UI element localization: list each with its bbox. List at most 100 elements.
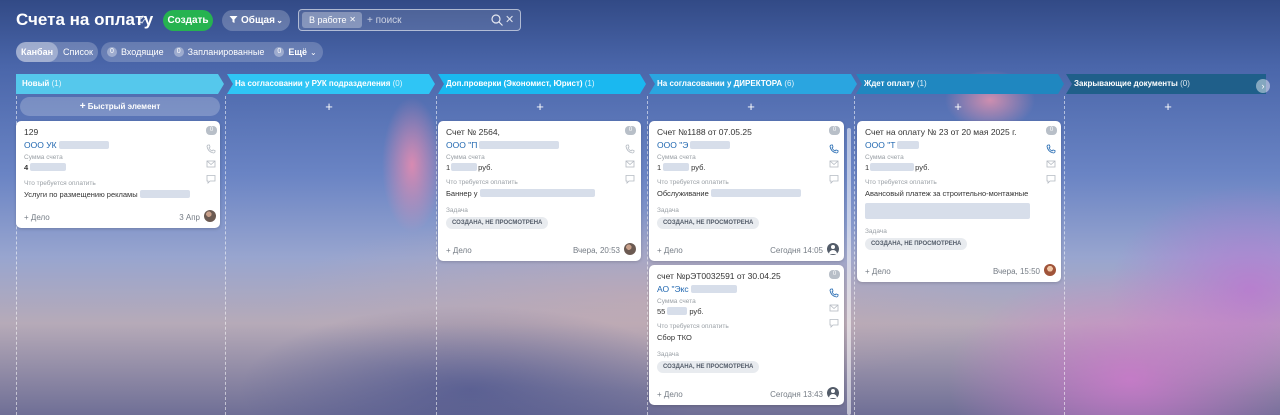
mail-icon[interactable] <box>829 300 839 312</box>
card-company-link[interactable]: ООО "Э <box>657 140 731 150</box>
column-header-awaiting-payment[interactable]: Ждет оплату (1) <box>856 74 1056 94</box>
phone-icon[interactable] <box>206 141 216 154</box>
requirement-label: Что требуется оплатить <box>24 180 96 187</box>
chat-icon[interactable] <box>206 171 216 184</box>
add-deal-link[interactable]: + Дело <box>446 246 472 255</box>
view-list-tab[interactable]: Список <box>58 42 98 62</box>
phone-icon[interactable] <box>829 285 839 298</box>
chat-icon[interactable] <box>1046 171 1056 184</box>
kanban-card[interactable]: 0 Счет № 2564, ООО "П Сумма счета 1 руб. … <box>438 121 641 261</box>
add-deal-link[interactable]: + Дело <box>657 390 683 399</box>
activity-counter-badge: 0 <box>625 126 636 135</box>
quick-add-button[interactable]: + Быстрый элемент <box>20 97 220 116</box>
search-box[interactable]: В работе ✕ ✕ <box>298 9 521 31</box>
column-header-closing-docs[interactable]: Закрывающие документы (0) <box>1066 74 1256 94</box>
column-title: Ждет оплату <box>864 79 915 88</box>
add-item-icon[interactable]: + <box>534 100 546 113</box>
top-bar: Счета на оплату Создать Общая ⌄ В работе… <box>0 0 1280 40</box>
plus-icon: + <box>79 101 86 112</box>
chat-icon[interactable] <box>829 171 839 184</box>
card-company-link[interactable]: ООО "П <box>446 140 560 150</box>
phone-icon[interactable] <box>625 141 635 154</box>
chat-icon[interactable] <box>829 315 839 328</box>
sum-label: Сумма счета <box>446 154 485 161</box>
column-divider <box>647 96 648 415</box>
requirement-value-hidden <box>865 203 1030 219</box>
task-status-badge: СОЗДАНА, НЕ ПРОСМОТРЕНА <box>657 217 760 229</box>
column-header-new[interactable]: Новый (1) <box>16 74 216 94</box>
card-title[interactable]: Счет №1188 от 07.05.25 <box>657 127 752 137</box>
avatar[interactable] <box>1044 264 1056 276</box>
add-item-icon[interactable]: + <box>1162 100 1174 113</box>
mail-icon[interactable] <box>829 156 839 168</box>
kanban-card[interactable]: 0 129 ООО УК Сумма счета 4 Что требуется… <box>16 121 220 228</box>
counter-planned-label: Запланированные <box>187 47 265 57</box>
activity-counters: 0 Входящие 0 Запланированные 0 Ещё ⌄ <box>101 42 323 62</box>
filter-chip-in-work[interactable]: В работе ✕ <box>302 12 362 28</box>
column-header-dept-approval[interactable]: На согласовании у РУК подразделения (0) <box>227 74 427 94</box>
scroll-right-arrow-icon[interactable]: › <box>1256 79 1270 93</box>
mail-icon[interactable] <box>1046 156 1056 168</box>
view-kanban-tab[interactable]: Канбан <box>16 42 59 62</box>
kanban-card[interactable]: 0 Счет №1188 от 07.05.25 ООО "Э Сумма сч… <box>649 121 844 261</box>
filter-icon <box>229 10 238 31</box>
counter-incoming[interactable]: 0 Входящие <box>107 47 164 57</box>
create-button[interactable]: Создать <box>163 10 213 31</box>
avatar[interactable] <box>827 243 839 255</box>
card-date: Вчера, 20:53 <box>572 246 620 255</box>
column-header-extra-checks[interactable]: Доп.проверки (Экономист, Юрист) (1) <box>438 74 638 94</box>
kanban-card[interactable]: 0 счет №рЭТ0032591 от 30.04.25 АО "Экс С… <box>649 265 844 405</box>
column-scrollbar[interactable] <box>847 128 851 415</box>
counter-more-label: Ещё <box>288 47 307 57</box>
card-company-link[interactable]: ООО "Т <box>865 140 920 150</box>
card-company-link[interactable]: ООО УК <box>24 140 109 150</box>
sum-label: Сумма счета <box>24 154 63 161</box>
filter-chip-label: В работе <box>309 15 347 25</box>
view-bar: Канбан Список 0 Входящие 0 Запланированн… <box>0 42 1280 64</box>
card-title[interactable]: счет №рЭТ0032591 от 30.04.25 <box>657 271 781 281</box>
sum-value: 1 руб. <box>657 163 706 172</box>
pin-icon[interactable] <box>137 15 147 25</box>
phone-icon[interactable] <box>829 141 839 154</box>
column-title: На согласовании у РУК подразделения <box>235 79 391 88</box>
activity-counter-badge: 0 <box>829 126 840 135</box>
add-deal-link[interactable]: + Дело <box>865 267 891 276</box>
card-title[interactable]: Счет № 2564, <box>446 127 500 137</box>
kanban-board: Новый (1) + Быстрый элемент 0 129 ООО УК… <box>16 74 1280 415</box>
chat-icon[interactable] <box>625 171 635 184</box>
search-input[interactable] <box>367 12 482 28</box>
kanban-column-extra-checks: Доп.проверки (Экономист, Юрист) (1) + 0 … <box>438 74 646 415</box>
counter-planned[interactable]: 0 Запланированные <box>173 47 265 57</box>
search-icon[interactable] <box>490 13 504 27</box>
chevron-down-icon: ⌄ <box>309 47 317 57</box>
column-header-director-approval[interactable]: На согласовании у ДИРЕКТОРА (6) <box>649 74 849 94</box>
mail-icon[interactable] <box>625 156 635 168</box>
requirement-value: Авансовый платеж за строительно-монтажны… <box>865 189 1029 198</box>
view-switcher: Канбан Список <box>16 42 98 62</box>
card-title[interactable]: Счет на оплату № 23 от 20 мая 2025 г. <box>865 127 1017 137</box>
add-item-icon[interactable]: + <box>745 100 757 113</box>
avatar[interactable] <box>827 387 839 399</box>
column-count: (1) <box>584 79 595 88</box>
card-date: Вчера, 15:50 <box>992 267 1040 276</box>
counter-more[interactable]: 0 Ещё ⌄ <box>274 47 317 57</box>
add-item-icon[interactable]: + <box>952 100 964 113</box>
avatar[interactable] <box>624 243 636 255</box>
add-deal-link[interactable]: + Дело <box>24 213 50 222</box>
mail-icon[interactable] <box>206 156 216 168</box>
avatar[interactable] <box>204 210 216 222</box>
close-icon[interactable]: ✕ <box>349 12 356 28</box>
kanban-card[interactable]: 0 Счет на оплату № 23 от 20 мая 2025 г. … <box>857 121 1061 282</box>
counter-more-count: 0 <box>274 47 285 57</box>
kanban-column-closing-docs: Закрывающие документы (0) + <box>1066 74 1272 415</box>
page-title: Счета на оплату <box>16 10 154 29</box>
add-item-icon[interactable]: + <box>323 100 335 113</box>
add-deal-link[interactable]: + Дело <box>657 246 683 255</box>
card-company-link[interactable]: АО "Экс <box>657 284 737 294</box>
filter-preset-button[interactable]: Общая ⌄ <box>222 10 290 31</box>
card-title[interactable]: 129 <box>24 127 38 137</box>
requirement-label: Что требуется оплатить <box>865 179 937 186</box>
column-count: (0) <box>1180 79 1190 88</box>
phone-icon[interactable] <box>1046 141 1056 154</box>
clear-search-icon[interactable]: ✕ <box>505 13 514 27</box>
